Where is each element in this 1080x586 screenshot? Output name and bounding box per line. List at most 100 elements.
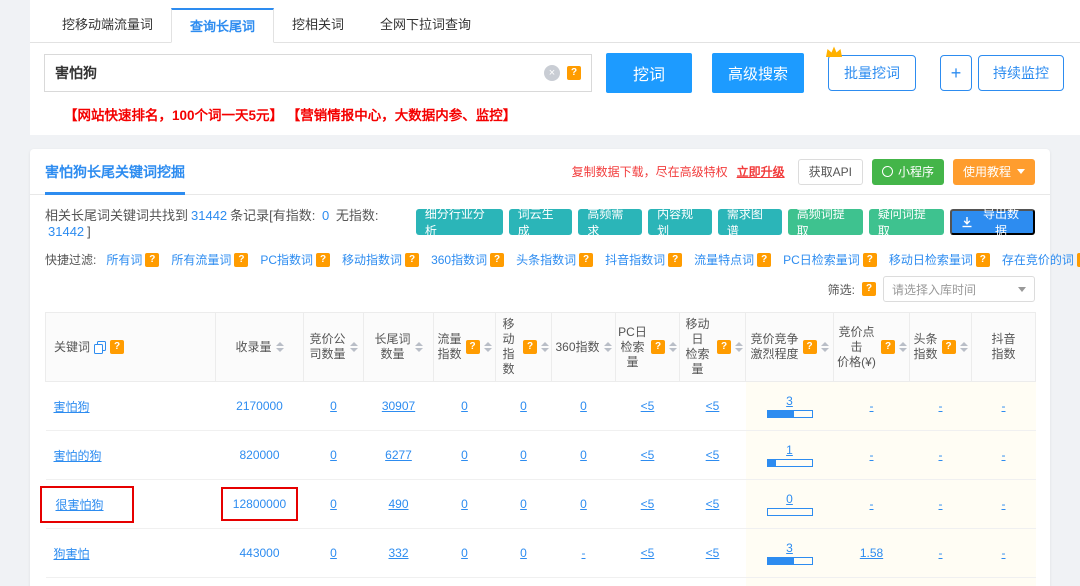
quick-filter-item[interactable]: 头条指数词? — [516, 251, 593, 268]
sort-icon[interactable] — [484, 342, 492, 352]
col-header-index-360[interactable]: 360指数 — [552, 313, 616, 382]
quick-filter-item[interactable]: 存在竞价的词? — [1002, 251, 1080, 268]
col-header-toutiao-index[interactable]: 头条指数? — [910, 313, 972, 382]
cpc-link[interactable]: - — [870, 497, 874, 511]
help-icon[interactable]: ? — [668, 253, 682, 267]
help-icon[interactable]: ? — [863, 253, 877, 267]
douyin-index-link[interactable]: - — [1002, 546, 1006, 560]
col-header-longtail-count[interactable]: 长尾词数量 — [364, 313, 434, 382]
keyword-link[interactable]: 害怕的狗 — [54, 449, 102, 463]
competition-value[interactable]: 0 — [786, 492, 793, 506]
tab-3[interactable]: 全网下拉词查询 — [362, 8, 489, 42]
index-360-link[interactable]: 0 — [580, 497, 587, 511]
help-icon[interactable]: ? — [316, 253, 330, 267]
cpc-link[interactable]: 1.58 — [860, 546, 883, 560]
help-icon[interactable]: ? — [862, 282, 876, 296]
sort-icon[interactable] — [735, 342, 743, 352]
cpc-link[interactable]: - — [870, 448, 874, 462]
help-icon[interactable]: ? — [466, 340, 480, 354]
quick-filter-item[interactable]: PC指数词? — [260, 251, 330, 268]
quick-filter-item[interactable]: PC日检索量词? — [783, 251, 877, 268]
help-icon[interactable]: ? — [717, 340, 731, 354]
help-icon[interactable]: ? — [651, 340, 665, 354]
quick-filter-item[interactable]: 抖音指数词? — [605, 251, 682, 268]
bid-companies-link[interactable]: 0 — [330, 399, 337, 413]
bid-companies-link[interactable]: 0 — [330, 448, 337, 462]
index-360-link[interactable]: 0 — [580, 448, 587, 462]
mobile-index-link[interactable]: 0 — [520, 399, 527, 413]
pc-daily-search-link[interactable]: <5 — [641, 399, 655, 413]
sort-icon[interactable] — [669, 342, 677, 352]
mini-program-button[interactable]: 小程序 — [872, 159, 944, 185]
quick-filter-item[interactable]: 所有流量词? — [171, 251, 248, 268]
keyword-link[interactable]: 很害怕狗 — [56, 498, 104, 512]
mobile-daily-search-link[interactable]: <5 — [706, 497, 720, 511]
help-icon[interactable]: ? — [579, 253, 593, 267]
help-icon[interactable]: ? — [567, 66, 581, 80]
col-header-bid-cpc[interactable]: 竞价点击价格(¥)? — [834, 313, 910, 382]
sort-icon[interactable] — [350, 342, 358, 352]
index-360-link[interactable]: 0 — [580, 399, 587, 413]
help-icon[interactable]: ? — [803, 340, 817, 354]
mobile-index-link[interactable]: 0 — [520, 497, 527, 511]
keyword-link[interactable]: 狗害怕 — [54, 547, 90, 561]
col-header-pc-daily-search[interactable]: PC日检索量? — [616, 313, 680, 382]
help-icon[interactable]: ? — [405, 253, 419, 267]
clear-icon[interactable]: × — [544, 65, 560, 81]
tool-button[interactable]: 高频词提取 — [788, 209, 863, 235]
mobile-daily-search-link[interactable]: <5 — [706, 546, 720, 560]
export-data-button[interactable]: 导出数据 — [950, 209, 1035, 235]
sort-icon[interactable] — [899, 342, 907, 352]
longtail-count-link[interactable]: 490 — [388, 497, 408, 511]
bid-companies-link[interactable]: 0 — [330, 546, 337, 560]
cpc-link[interactable]: - — [870, 399, 874, 413]
douyin-index-link[interactable]: - — [1002, 448, 1006, 462]
sort-icon[interactable] — [960, 342, 968, 352]
sort-icon[interactable] — [415, 342, 423, 352]
toutiao-index-link[interactable]: - — [939, 448, 943, 462]
get-api-button[interactable]: 获取API — [798, 159, 863, 185]
tool-button[interactable]: 细分行业分析 — [416, 209, 503, 235]
help-icon[interactable]: ? — [942, 340, 956, 354]
help-icon[interactable]: ? — [976, 253, 990, 267]
bid-companies-link[interactable]: 0 — [330, 497, 337, 511]
batch-dig-button[interactable]: 批量挖词 — [828, 55, 916, 91]
sort-icon[interactable] — [821, 342, 829, 352]
upgrade-link[interactable]: 立即升级 — [737, 163, 785, 180]
longtail-count-link[interactable]: 6277 — [385, 448, 412, 462]
toutiao-index-link[interactable]: - — [939, 497, 943, 511]
toutiao-index-link[interactable]: - — [939, 546, 943, 560]
douyin-index-link[interactable]: - — [1002, 497, 1006, 511]
sort-icon[interactable] — [604, 342, 612, 352]
col-header-bid-companies[interactable]: 竞价公司数量 — [304, 313, 364, 382]
search-input[interactable] — [55, 65, 544, 81]
col-header-traffic-index[interactable]: 流量指数? — [434, 313, 496, 382]
index-360-link[interactable]: - — [582, 546, 586, 560]
add-monitor-button[interactable]: + — [940, 55, 972, 91]
quick-filter-item[interactable]: 所有词? — [106, 251, 159, 268]
mobile-index-link[interactable]: 0 — [520, 546, 527, 560]
mobile-daily-search-link[interactable]: <5 — [706, 399, 720, 413]
sort-icon[interactable] — [276, 342, 284, 352]
quick-filter-item[interactable]: 360指数词? — [431, 251, 504, 268]
col-header-collection[interactable]: 收录量 — [216, 313, 304, 382]
help-icon[interactable]: ? — [757, 253, 771, 267]
mobile-daily-search-link[interactable]: <5 — [706, 448, 720, 462]
competition-value[interactable]: 3 — [786, 394, 793, 408]
quick-filter-item[interactable]: 移动指数词? — [342, 251, 419, 268]
advanced-search-button[interactable]: 高级搜索 — [712, 53, 804, 93]
help-icon[interactable]: ? — [881, 340, 895, 354]
sort-icon[interactable] — [541, 342, 549, 352]
traffic-index-link[interactable]: 0 — [461, 546, 468, 560]
help-icon[interactable]: ? — [145, 253, 159, 267]
pc-daily-search-link[interactable]: <5 — [641, 497, 655, 511]
tool-button[interactable]: 疑问词提取 — [869, 209, 944, 235]
continuous-monitor-button[interactable]: 持续监控 — [978, 55, 1064, 91]
tool-button[interactable]: 需求图谱 — [718, 209, 782, 235]
tool-button[interactable]: 词云生成 — [509, 209, 573, 235]
help-icon[interactable]: ? — [490, 253, 504, 267]
competition-value[interactable]: 1 — [786, 443, 793, 457]
mobile-index-link[interactable]: 0 — [520, 448, 527, 462]
quick-filter-item[interactable]: 移动日检索量词? — [889, 251, 990, 268]
col-header-mobile-daily-search[interactable]: 移动日检索量? — [680, 313, 746, 382]
